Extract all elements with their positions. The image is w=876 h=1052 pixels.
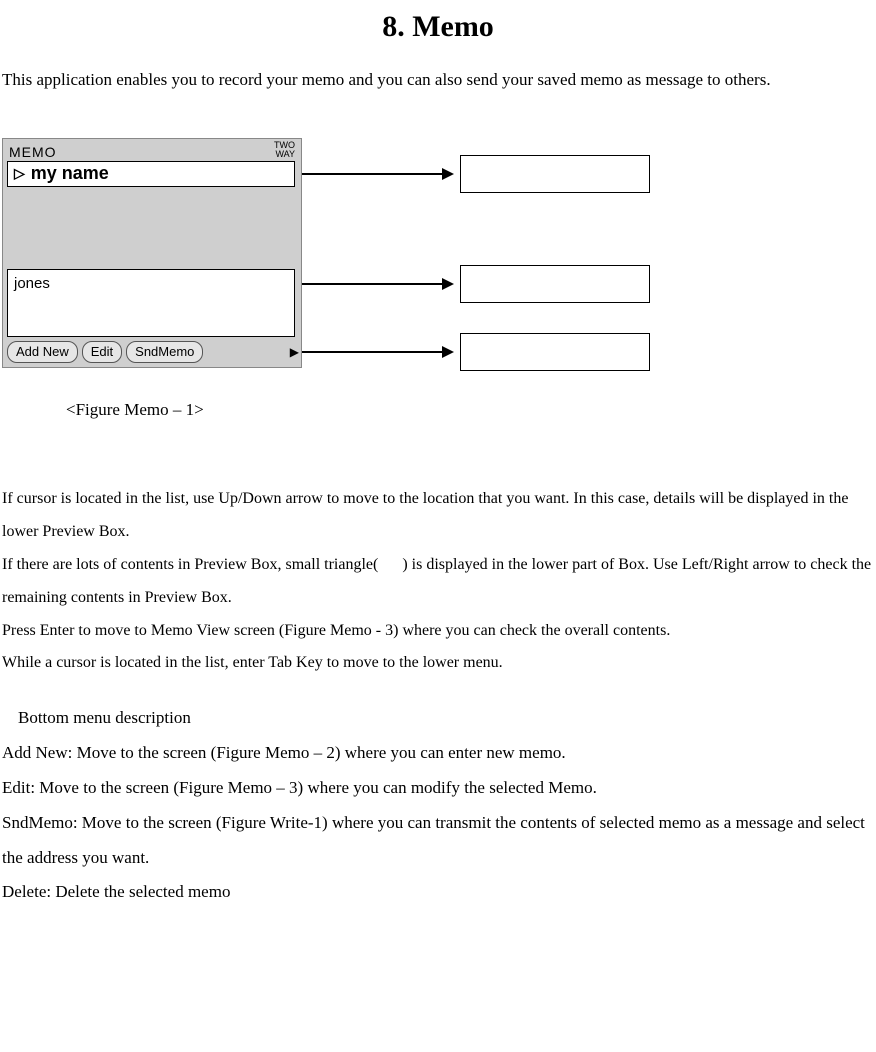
body-p2a: If there are lots of contents in Preview… bbox=[2, 556, 378, 573]
menu-description: Add New: Move to the screen (Figure Memo… bbox=[2, 736, 874, 910]
sndmemo-button[interactable]: SndMemo bbox=[126, 341, 203, 363]
arrow-head-icon bbox=[442, 278, 454, 290]
device-screenshot: MEMO TWO WAY ▷ my name jones Add New Edi… bbox=[2, 138, 302, 368]
figure-caption: <Figure Memo – 1> bbox=[66, 398, 876, 422]
bottom-menu: Add New Edit SndMemo bbox=[7, 341, 203, 363]
section-title: 8. Memo bbox=[0, 6, 876, 48]
callout-box-1 bbox=[460, 155, 650, 193]
preview-text: jones bbox=[14, 275, 50, 292]
selection-caret-icon: ▷ bbox=[14, 164, 25, 184]
body-p2: If there are lots of contents in Preview… bbox=[2, 549, 874, 615]
callout-box-3 bbox=[460, 333, 650, 371]
arrow-head-icon bbox=[442, 346, 454, 358]
desc-sndmemo: SndMemo: Move to the screen (Figure Writ… bbox=[2, 806, 874, 876]
addnew-button[interactable]: Add New bbox=[7, 341, 78, 363]
signal-indicator: TWO WAY bbox=[274, 141, 295, 159]
desc-edit: Edit: Move to the screen (Figure Memo – … bbox=[2, 771, 874, 806]
arrow-line-1 bbox=[302, 173, 442, 175]
callouts bbox=[302, 138, 876, 368]
arrow-line-2 bbox=[302, 283, 442, 285]
memo-list-item[interactable]: ▷ my name bbox=[7, 161, 295, 187]
more-menu-arrow-icon[interactable]: ▶ bbox=[290, 344, 299, 361]
intro-paragraph: This application enables you to record y… bbox=[2, 62, 872, 98]
indicator-bottom: WAY bbox=[276, 149, 296, 159]
body-text: If cursor is located in the list, use Up… bbox=[2, 483, 874, 680]
subheading: Bottom menu description bbox=[18, 706, 876, 730]
desc-addnew: Add New: Move to the screen (Figure Memo… bbox=[2, 736, 874, 771]
preview-box: jones bbox=[7, 269, 295, 337]
triangle-placeholder bbox=[382, 556, 398, 573]
device-header: MEMO bbox=[9, 143, 57, 163]
arrow-line-3 bbox=[302, 351, 442, 353]
callout-box-2 bbox=[460, 265, 650, 303]
edit-button[interactable]: Edit bbox=[82, 341, 122, 363]
body-p3: Press Enter to move to Memo View screen … bbox=[2, 615, 874, 648]
figure-row: MEMO TWO WAY ▷ my name jones Add New Edi… bbox=[2, 138, 876, 368]
desc-delete: Delete: Delete the selected memo bbox=[2, 875, 874, 910]
body-p1: If cursor is located in the list, use Up… bbox=[2, 483, 874, 549]
body-p4: While a cursor is located in the list, e… bbox=[2, 647, 874, 680]
memo-item-label: my name bbox=[31, 161, 109, 186]
arrow-head-icon bbox=[442, 168, 454, 180]
